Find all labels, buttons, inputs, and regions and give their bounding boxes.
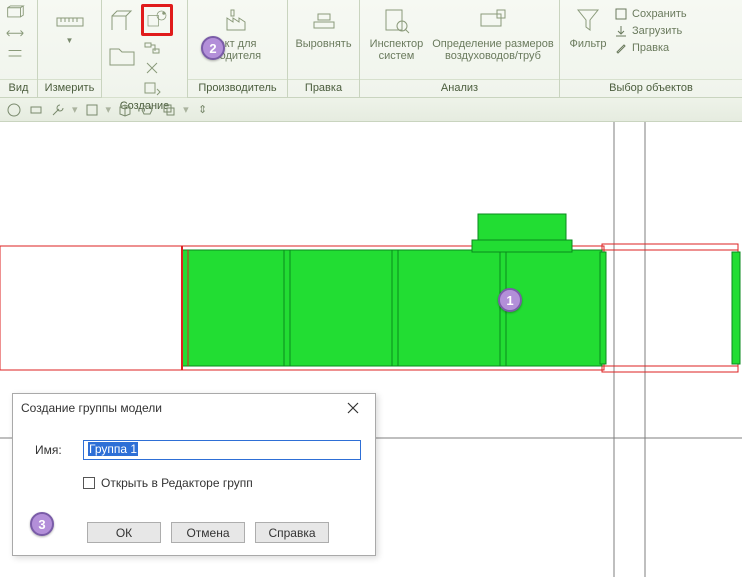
panel-title-analysis: Анализ [360,79,559,97]
swap-icon[interactable] [141,59,163,77]
load-selection-button[interactable]: Загрузить [614,23,687,39]
create-group-dialog: Создание группы модели Имя: Группа 1 Отк… [12,393,376,556]
save-selection-label: Сохранить [632,8,687,20]
qat-box-icon[interactable] [117,102,133,118]
measure-button[interactable]: ▼ [42,4,97,45]
cancel-button[interactable]: Отмена [171,522,245,543]
qat-expand-icon[interactable]: ⇕ [195,102,211,118]
equals-icon[interactable] [4,44,26,62]
edit-selection-button[interactable]: Правка [614,40,687,56]
qat-copy-icon[interactable] [161,102,177,118]
funnel-icon [572,4,604,36]
filter-button[interactable]: Фильтр [564,4,612,50]
annotation-badge-3: 3 [30,512,54,536]
align-button[interactable]: Выровнять [293,4,355,50]
name-input-value: Группа 1 [88,442,138,456]
panel-selection: Фильтр Сохранить Загрузить Правка Выбор … [560,0,742,97]
sizing-label-1: Определение размеров [432,38,554,50]
panel-analysis: Инспекторсистем Определение размероввозд… [360,0,560,97]
panel-measure: ▼ Измерить [38,0,102,97]
qat-globe-icon[interactable] [6,102,22,118]
arrows-h-icon[interactable] [4,24,26,42]
elbow-icon[interactable] [106,4,138,36]
sizing-icon [477,4,509,36]
open-in-editor-checkbox[interactable] [83,477,95,489]
sizing-label-2: воздуховодов/труб [445,50,541,62]
annotation-badge-1: 1 [498,288,522,312]
dialog-close-button[interactable] [339,398,367,418]
name-label: Имя: [35,443,73,457]
create-group-icon[interactable] [141,4,173,36]
cube-dd-icon[interactable] [141,79,163,97]
edit-selection-label: Правка [632,42,669,54]
panel-title-measure: Измерить [38,79,101,97]
align-icon [308,4,340,36]
panel-title-edit: Правка [288,79,359,97]
help-button[interactable]: Справка [255,522,329,543]
align-label: Выровнять [295,38,351,50]
panel-create: Создание [102,0,188,97]
qat-hive-icon[interactable] [139,102,155,118]
qat-cube1-icon[interactable] [84,102,100,118]
panel-title-view: Вид [0,79,37,97]
qat-plug-icon[interactable] [28,102,44,118]
annotation-badge-2: 2 [201,36,225,60]
inspector-label-2: систем [379,50,415,62]
folder-icon[interactable] [106,39,138,71]
duct-sizing-button[interactable]: Определение размероввоздуховодов/труб [431,4,555,62]
open-in-editor-label: Открыть в Редакторе групп [101,476,253,490]
name-input[interactable]: Группа 1 [83,440,361,460]
panel-title-selection: Выбор объектов [560,79,742,97]
panel-view: Вид [0,0,38,97]
factory-icon [222,4,254,36]
ribbon: Вид ▼ Измерить Создание [0,0,742,98]
system-inspector-button[interactable]: Инспекторсистем [364,4,429,62]
ok-button[interactable]: ОК [87,522,161,543]
panel-edit: Выровнять Правка [288,0,360,97]
dialog-title: Создание группы модели [21,401,162,415]
link-icon[interactable] [141,39,163,57]
save-selection-button[interactable]: Сохранить [614,6,687,22]
filter-label: Фильтр [570,38,607,50]
qat-wrench-icon[interactable] [50,102,66,118]
tape-icon [54,4,86,36]
inspector-label-1: Инспектор [370,38,424,50]
close-icon [347,402,359,414]
load-selection-label: Загрузить [632,25,682,37]
panel-title-manufacturer: Производитель [188,79,287,97]
inspector-icon [380,4,412,36]
view3d-icon[interactable] [4,4,26,22]
